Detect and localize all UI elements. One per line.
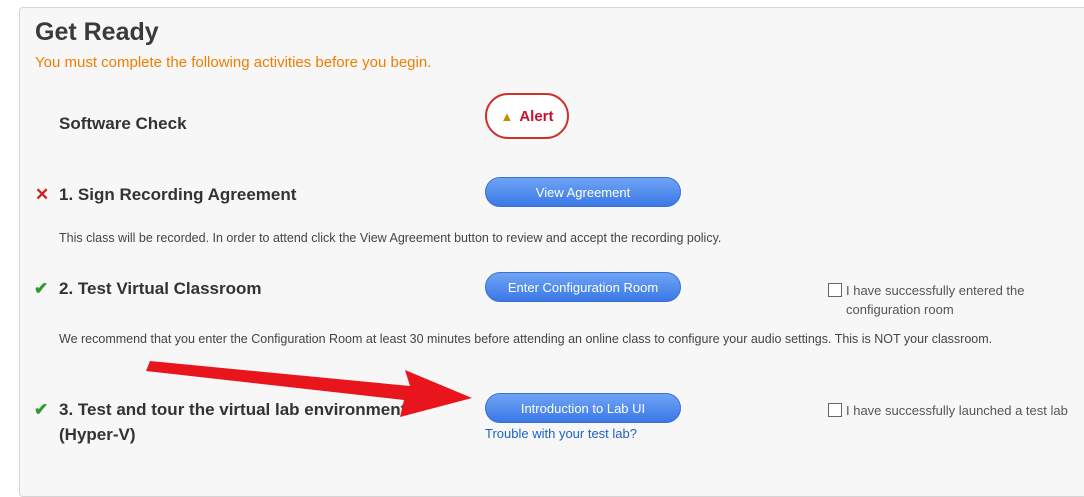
step1-label: 1. Sign Recording Agreement <box>59 185 297 204</box>
trouble-with-test-lab-link[interactable]: Trouble with your test lab? <box>485 426 637 441</box>
get-ready-panel <box>19 7 1084 497</box>
view-agreement-button[interactable]: View Agreement <box>485 177 681 207</box>
page-subtitle: You must complete the following activiti… <box>35 54 432 71</box>
configuration-room-checkbox-label: I have successfully entered the configur… <box>846 283 1025 317</box>
step3-label-line1: 3. Test and tour the virtual lab environ… <box>59 400 407 419</box>
page-title: Get Ready <box>35 18 159 46</box>
introduction-to-lab-ui-button[interactable]: Introduction to Lab UI <box>485 393 681 423</box>
step2-description: We recommend that you enter the Configur… <box>59 332 993 346</box>
alert-button-label: Alert <box>519 107 554 125</box>
configuration-room-checkbox-row[interactable]: I have successfully entered the configur… <box>828 281 1068 319</box>
alert-button[interactable]: ▲ Alert <box>485 93 569 139</box>
complete-check-icon: ✔ <box>34 400 49 419</box>
software-check-label: Software Check <box>59 114 187 133</box>
test-lab-checkbox[interactable] <box>828 403 842 417</box>
step2-label: 2. Test Virtual Classroom <box>59 279 262 298</box>
enter-configuration-room-button[interactable]: Enter Configuration Room <box>485 272 681 302</box>
incomplete-x-icon: ✕ <box>35 185 50 204</box>
warning-icon: ▲ <box>500 108 514 124</box>
test-lab-checkbox-row[interactable]: I have successfully launched a test lab <box>828 401 1084 420</box>
complete-check-icon: ✔ <box>34 279 49 298</box>
step1-description: This class will be recorded. In order to… <box>59 231 722 245</box>
test-lab-checkbox-label: I have successfully launched a test lab <box>846 403 1068 418</box>
configuration-room-checkbox[interactable] <box>828 283 842 297</box>
step3-label-line2: (Hyper-V) <box>59 425 136 444</box>
